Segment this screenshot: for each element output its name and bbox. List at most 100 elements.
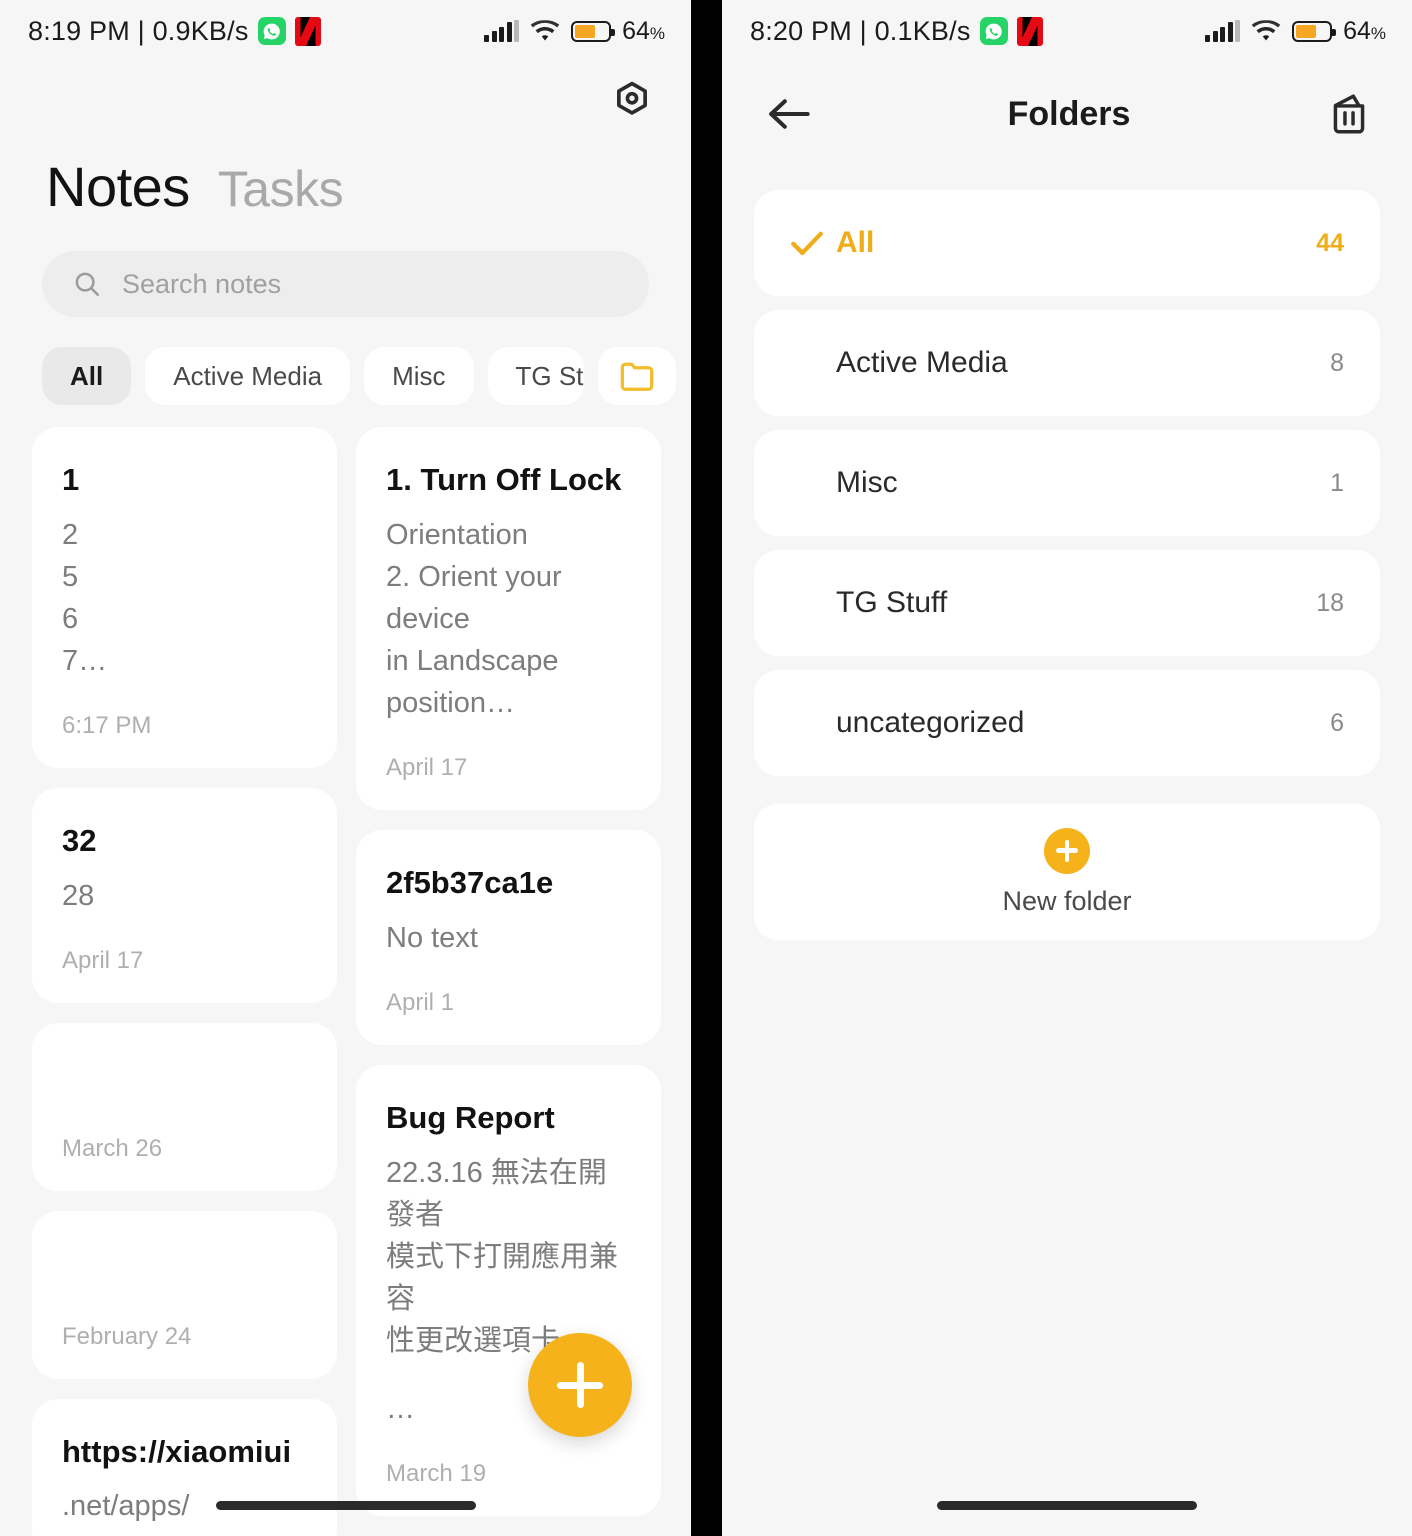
battery-value: 64	[622, 16, 650, 45]
chip-label: TG Stu	[515, 360, 584, 391]
battery-unit: %	[649, 23, 665, 43]
whatsapp-icon	[257, 17, 286, 45]
signal-icon	[1205, 20, 1241, 42]
folder-filter-chips[interactable]: All Active Media Misc TG Stu	[0, 317, 691, 405]
panel-divider	[691, 0, 722, 1536]
status-bar-right-group: 64%	[484, 17, 665, 46]
note-preview: 2 5 6 7…	[62, 514, 307, 682]
folder-name: All	[836, 226, 875, 259]
folder-count: 44	[1316, 228, 1344, 257]
notes-list-screen: 8:19 PM | 0.9KB/s 64% Notes Tasks Search…	[0, 0, 691, 1536]
folders-screen: 8:20 PM | 0.1KB/s 64% Folders All 44 Act…	[722, 0, 1412, 1536]
folder-name: Misc	[836, 466, 898, 499]
note-preview: Orientation 2. Orient your device in Lan…	[386, 514, 631, 724]
folder-count: 1	[1330, 468, 1344, 497]
note-title: 1	[62, 462, 80, 497]
new-folder-button[interactable]: New folder	[754, 804, 1380, 940]
folder-row-tg-stuff[interactable]: TG Stuff 18	[754, 550, 1380, 656]
battery-icon	[571, 20, 616, 42]
chip-label: All	[70, 360, 104, 391]
note-card[interactable]: 2f5b37ca1e No text April 1	[356, 829, 661, 1045]
folder-count: 6	[1330, 708, 1344, 737]
note-card[interactable]: March 26	[32, 1022, 337, 1191]
folder-row-misc[interactable]: Misc 1	[754, 430, 1380, 536]
home-indicator[interactable]	[937, 1501, 1197, 1510]
settings-row	[0, 62, 691, 138]
note-card[interactable]: Bug Report 22.3.16 無法在開發者 模式下打開應用兼容 性更改選…	[356, 1064, 661, 1516]
dual-screenshot-pair: 8:19 PM | 0.9KB/s 64% Notes Tasks Search…	[0, 0, 1412, 1536]
note-title: 32	[62, 822, 97, 858]
chip-label: Misc	[392, 360, 446, 391]
folder-name: uncategorized	[836, 706, 1025, 739]
status-bar-left-group: 8:20 PM | 0.1KB/s	[750, 16, 1043, 47]
netflix-icon	[294, 16, 321, 46]
note-line: position…	[386, 686, 515, 719]
status-bar-left-group: 8:19 PM | 0.9KB/s	[28, 16, 321, 47]
netflix-icon	[1016, 16, 1043, 46]
battery-icon	[1292, 20, 1337, 42]
add-note-fab[interactable]	[528, 1333, 632, 1437]
tab-tasks[interactable]: Tasks	[218, 160, 344, 218]
battery-unit: %	[1370, 23, 1386, 43]
chip-misc[interactable]: Misc	[364, 347, 474, 405]
chip-label: Active Media	[173, 360, 323, 391]
notes-column-left: 1 2 5 6 7… 6:17 PM 32 28 April 17 March …	[32, 427, 337, 1536]
folder-icon[interactable]	[597, 347, 676, 405]
search-placeholder: Search notes	[122, 268, 282, 299]
new-folder-label: New folder	[1002, 885, 1132, 916]
arrow-left-icon	[769, 99, 810, 129]
plus-vertical	[1064, 839, 1070, 862]
trash-button[interactable]	[1322, 87, 1376, 141]
chip-all[interactable]: All	[42, 347, 132, 405]
note-card[interactable]: 1 2 5 6 7… 6:17 PM	[32, 427, 337, 768]
note-card[interactable]: 1. Turn Off Lock Orientation 2. Orient y…	[356, 427, 661, 810]
note-card[interactable]: 32 28 April 17	[32, 787, 337, 1003]
chip-active-media[interactable]: Active Media	[145, 347, 351, 405]
folder-list: All 44 Active Media 8 Misc 1 TG Stuff 18	[722, 166, 1412, 940]
note-title: 2f5b37ca1e	[386, 864, 554, 900]
note-date: March 19	[386, 1459, 487, 1487]
status-bar-right-group: 64%	[1205, 17, 1386, 46]
note-card[interactable]: https://xiaomiui .net/apps/	[32, 1398, 337, 1536]
note-line: 6	[62, 602, 79, 635]
folder-row-active-media[interactable]: Active Media 8	[754, 310, 1380, 416]
note-line: 7…	[62, 644, 108, 677]
wifi-icon	[1251, 19, 1281, 40]
note-date: April 17	[386, 753, 468, 781]
note-preview: 28	[62, 875, 307, 917]
folders-toolbar: Folders	[722, 62, 1412, 166]
note-line: No text	[386, 921, 478, 954]
note-line: 5	[62, 560, 79, 593]
battery-value: 64	[1343, 16, 1371, 45]
home-indicator[interactable]	[215, 1501, 476, 1510]
note-preview: No text	[386, 917, 631, 959]
status-time-network: 8:19 PM | 0.9KB/s	[28, 15, 249, 46]
trash-icon	[1333, 94, 1365, 134]
folder-name: Active Media	[836, 346, 1008, 379]
note-date: February 24	[62, 1322, 192, 1350]
note-date: March 26	[62, 1134, 163, 1162]
plus-icon-vertical	[576, 1362, 584, 1408]
chip-tg-stuff[interactable]: TG Stu	[487, 347, 584, 405]
battery-percentage: 64%	[1343, 17, 1386, 46]
note-title: https://xiaomiui	[62, 1433, 292, 1469]
note-line: in Landscape	[386, 644, 559, 677]
folder-row-all[interactable]: All 44	[754, 190, 1380, 296]
folder-name: TG Stuff	[836, 586, 948, 619]
note-title: Bug Report	[386, 1099, 555, 1135]
folder-row-uncategorized[interactable]: uncategorized 6	[754, 670, 1380, 776]
page-title: Folders	[1007, 94, 1131, 133]
note-title: 1. Turn Off Lock	[386, 462, 622, 497]
back-button[interactable]	[762, 87, 816, 141]
folder-count: 8	[1330, 348, 1344, 377]
plus-circle-icon	[1044, 827, 1090, 874]
search-input[interactable]: Search notes	[42, 251, 649, 317]
page-title-tabs: Notes Tasks	[0, 138, 691, 219]
tab-notes[interactable]: Notes	[46, 154, 190, 219]
check-icon	[790, 230, 836, 256]
settings-gear-icon[interactable]	[609, 77, 655, 123]
note-card[interactable]: February 24	[32, 1210, 337, 1379]
note-line: 28	[62, 879, 95, 912]
signal-icon	[484, 20, 520, 42]
note-date: April 17	[62, 946, 144, 974]
